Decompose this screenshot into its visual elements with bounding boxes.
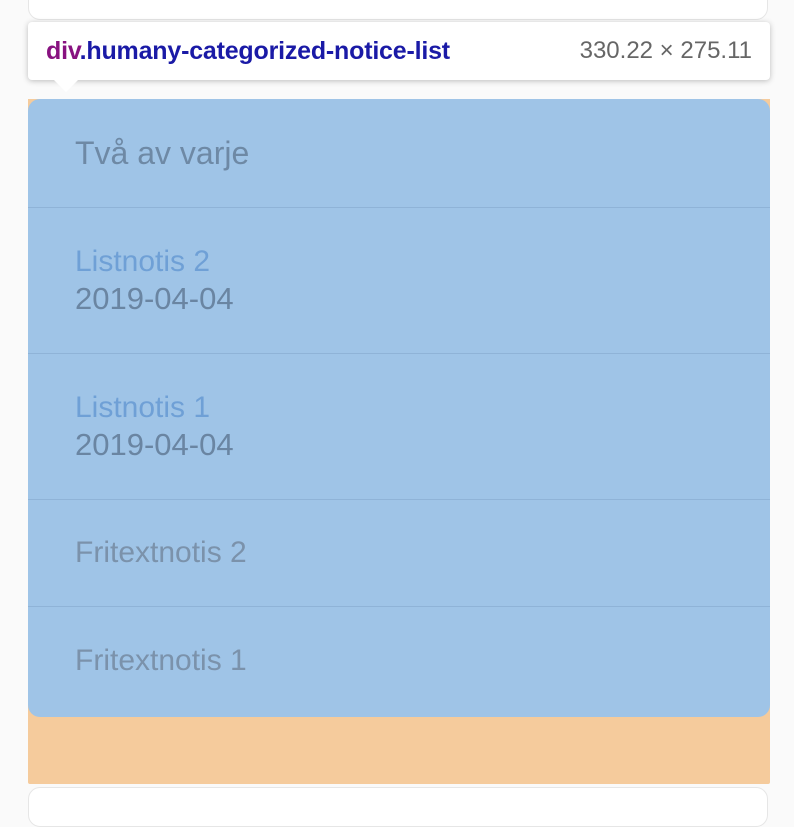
- notice-date: 2019-04-04: [75, 427, 234, 462]
- notice-list-header: Två av varje: [28, 99, 770, 208]
- content-highlight-overlay: Två av varje Listnotis 2 2019-04-04 List…: [28, 99, 770, 717]
- next-card: [28, 787, 768, 827]
- tooltip-class-name: .humany-categorized-notice-list: [79, 36, 450, 65]
- notice-title[interactable]: Fritextnotis 2: [75, 535, 770, 571]
- tooltip-arrow: [54, 80, 78, 92]
- notice-date: 2019-04-04: [75, 281, 234, 316]
- tooltip-dimensions: 330.22 × 275.11: [579, 37, 752, 64]
- tooltip-tag-name: div: [46, 36, 80, 65]
- notice-item-listnotis-1[interactable]: Listnotis 1 2019-04-04: [28, 354, 770, 500]
- categorized-notice-list: Två av varje Listnotis 2 2019-04-04 List…: [28, 99, 770, 717]
- notice-title[interactable]: Fritextnotis 1: [75, 643, 770, 679]
- notice-title[interactable]: Listnotis 2: [75, 244, 770, 280]
- devtools-element-tooltip: div.humany-categorized-notice-list 330.2…: [28, 22, 770, 80]
- notice-title[interactable]: Listnotis 1: [75, 390, 770, 426]
- notice-item-fritextnotis-1[interactable]: Fritextnotis 1: [28, 607, 770, 714]
- previous-card: [28, 0, 768, 20]
- notice-item-listnotis-2[interactable]: Listnotis 2 2019-04-04: [28, 208, 770, 354]
- tooltip-selector: div.humany-categorized-notice-list: [46, 37, 450, 66]
- notice-item-fritextnotis-2[interactable]: Fritextnotis 2: [28, 500, 770, 607]
